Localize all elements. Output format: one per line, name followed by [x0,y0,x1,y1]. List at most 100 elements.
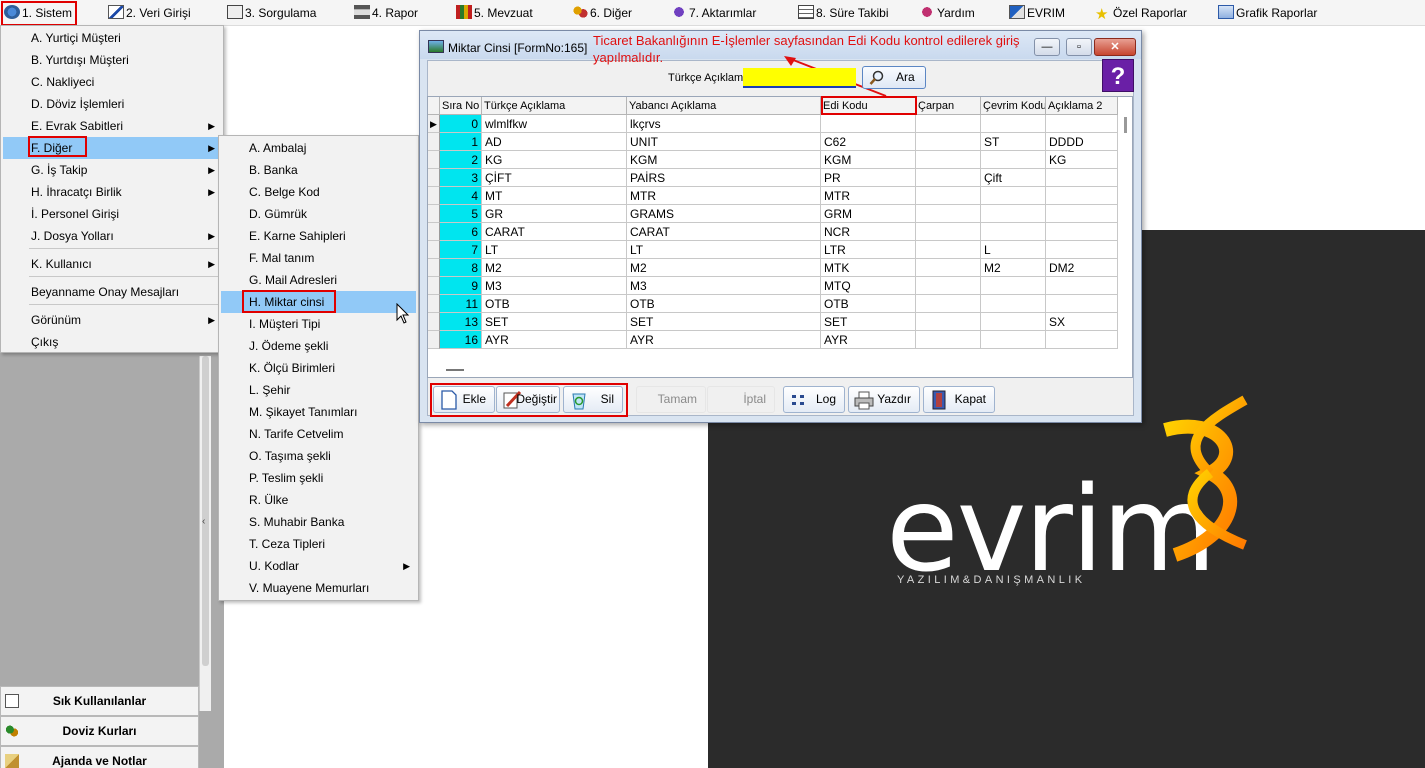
table-cell[interactable]: M2 [981,259,1046,277]
table-cell[interactable]: GR [482,205,627,223]
table-cell[interactable] [916,223,981,241]
row-indicator[interactable] [428,223,440,241]
table-cell[interactable] [981,223,1046,241]
row-indicator[interactable] [428,133,440,151]
menu-veri-girisi[interactable]: 2. Veri Girişi [106,3,191,23]
table-cell[interactable]: 2 [440,151,482,169]
table-cell[interactable]: KGM [627,151,821,169]
table-cell[interactable] [916,277,981,295]
table-cell[interactable]: 5 [440,205,482,223]
table-cell[interactable]: CARAT [627,223,821,241]
table-cell[interactable]: 13 [440,313,482,331]
search-input[interactable] [743,68,856,88]
table-cell[interactable]: ÇİFT [482,169,627,187]
menu-rapor[interactable]: 4. Rapor [352,3,418,23]
diger-submenu-item[interactable]: C. Belge Kod [221,181,416,203]
table-cell[interactable]: M2 [482,259,627,277]
table-cell[interactable]: 1 [440,133,482,151]
table-cell[interactable]: OTB [482,295,627,313]
table-cell[interactable]: MTR [627,187,821,205]
menu-ozel-raporlar[interactable]: ★ Özel Raporlar [1093,3,1187,23]
row-indicator[interactable] [428,259,440,277]
diger-submenu-item[interactable]: J. Ödeme şekli [221,335,416,357]
diger-submenu-item[interactable]: D. Gümrük [221,203,416,225]
diger-submenu-item[interactable]: H. Miktar cinsi [221,291,416,313]
kapat-button[interactable]: Kapat [923,386,995,413]
table-cell[interactable]: AYR [627,331,821,349]
diger-submenu-item[interactable]: M. Şikayet Tanımları [221,401,416,423]
table-cell[interactable]: M3 [482,277,627,295]
table-cell[interactable]: L [981,241,1046,259]
left-panel-scrollbar[interactable]: ‹ [199,356,211,711]
diger-submenu-item[interactable]: I. Müşteri Tipi [221,313,416,335]
table-cell[interactable] [916,169,981,187]
sistem-menu-item[interactable]: Görünüm ▶ [3,309,221,331]
sistem-menu-item[interactable]: Çıkış [3,331,221,353]
yazdir-button[interactable]: Yazdır [848,386,920,413]
table-cell[interactable]: 0 [440,115,482,133]
table-cell[interactable] [916,205,981,223]
table-cell[interactable]: UNIT [627,133,821,151]
grid-vertical-scrollbar[interactable] [1120,115,1132,365]
table-cell[interactable]: KGM [821,151,916,169]
table-cell[interactable]: Çift [981,169,1046,187]
table-cell[interactable]: 3 [440,169,482,187]
help-button[interactable]: ? [1102,59,1134,92]
sistem-menu-item[interactable]: E. Evrak Sabitleri ▶ [3,115,221,137]
diger-submenu-item[interactable]: E. Karne Sahipleri [221,225,416,247]
table-cell[interactable]: lkçrvs [627,115,821,133]
table-cell[interactable]: PAİRS [627,169,821,187]
sistem-menu-item[interactable]: K. Kullanıcı ▶ [3,253,221,275]
row-indicator[interactable]: ▶ [428,115,440,133]
table-cell[interactable] [916,115,981,133]
table-cell[interactable]: CARAT [482,223,627,241]
sistem-menu-item[interactable]: G. İş Takip ▶ [3,159,221,181]
column-header[interactable]: Türkçe Açıklama [482,97,627,115]
table-cell[interactable]: 16 [440,331,482,349]
sistem-menu-item[interactable]: F. Diğer ▶ [3,137,221,159]
table-row[interactable]: 9 M3 M3 MTQ [428,277,1118,295]
table-cell[interactable] [1046,223,1118,241]
table-row[interactable]: 7 LT LT LTR L [428,241,1118,259]
table-cell[interactable]: SET [482,313,627,331]
row-indicator[interactable] [428,205,440,223]
menu-sorgulama[interactable]: 3. Sorgulama [225,3,316,23]
table-row[interactable]: 13 SET SET SET SX [428,313,1118,331]
row-indicator[interactable] [428,331,440,349]
column-header[interactable]: Yabancı Açıklama [627,97,821,115]
row-indicator[interactable] [428,169,440,187]
diger-submenu-item[interactable]: N. Tarife Cetvelim [221,423,416,445]
log-button[interactable]: Log [783,386,845,413]
sistem-menu-item[interactable]: H. İhracatçı Birlik ▶ [3,181,221,203]
diger-submenu-item[interactable]: O. Taşıma şekli [221,445,416,467]
table-cell[interactable]: SET [821,313,916,331]
table-row[interactable]: 2 KG KGM KGM KG [428,151,1118,169]
diger-submenu-item[interactable]: V. Muayene Memurları [221,577,416,599]
table-cell[interactable]: 11 [440,295,482,313]
diger-submenu-item[interactable]: R. Ülke [221,489,416,511]
search-button[interactable]: Ara [862,66,926,89]
sil-button[interactable]: Sil [563,386,623,413]
table-cell[interactable] [981,295,1046,313]
table-cell[interactable]: AYR [821,331,916,349]
table-cell[interactable]: OTB [627,295,821,313]
iptal-button[interactable]: İptal [707,386,775,413]
menu-sure-takibi[interactable]: 8. Süre Takibi [796,3,889,23]
table-cell[interactable]: 7 [440,241,482,259]
menu-sistem[interactable]: 1. Sistem [2,3,72,23]
table-row[interactable]: 5 GR GRAMS GRM [428,205,1118,223]
table-cell[interactable] [916,151,981,169]
table-cell[interactable] [1046,277,1118,295]
table-cell[interactable]: DDDD [1046,133,1118,151]
diger-submenu-item[interactable]: P. Teslim şekli [221,467,416,489]
table-row[interactable]: 16 AYR AYR AYR [428,331,1118,349]
table-cell[interactable]: OTB [821,295,916,313]
menu-grafik-raporlar[interactable]: Grafik Raporlar [1216,3,1317,23]
menu-yardim[interactable]: Yardım [917,3,975,23]
table-cell[interactable] [1046,205,1118,223]
diger-submenu-item[interactable]: L. Şehir [221,379,416,401]
table-cell[interactable]: LT [482,241,627,259]
column-header[interactable]: Açıklama 2 [1046,97,1118,115]
sistem-menu-item[interactable]: A. Yurtiçi Müşteri [3,27,221,49]
menu-evrim[interactable]: EVRIM [1007,3,1065,23]
